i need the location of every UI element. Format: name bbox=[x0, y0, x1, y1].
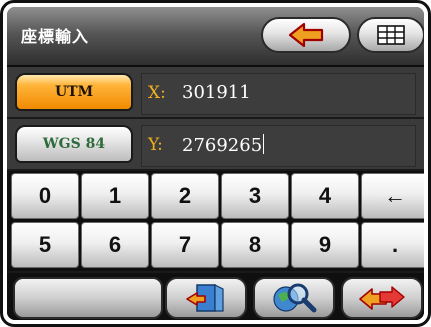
x-label: X: bbox=[148, 83, 166, 103]
navigate-button[interactable] bbox=[341, 277, 423, 319]
backspace-key[interactable]: ← bbox=[361, 173, 424, 219]
key-7[interactable]: 7 bbox=[151, 222, 219, 268]
arrow-left-icon bbox=[288, 22, 324, 48]
device-frame: 座標輸入 UTM X: 301911 WGS 84 Y: 2769265 0 1… bbox=[0, 0, 431, 327]
map-export-icon bbox=[186, 284, 224, 312]
y-value-text: 2769265 bbox=[182, 135, 263, 156]
blank-button[interactable] bbox=[13, 277, 163, 319]
map-export-button[interactable] bbox=[165, 277, 247, 319]
utm-button[interactable]: UTM bbox=[15, 73, 133, 111]
x-coordinate-row: UTM X: 301911 bbox=[7, 67, 424, 117]
bottom-toolbar bbox=[7, 273, 424, 320]
key-8[interactable]: 8 bbox=[221, 222, 289, 268]
y-input[interactable]: Y: 2769265 bbox=[141, 125, 416, 167]
x-value: 301911 bbox=[182, 82, 251, 103]
key-1[interactable]: 1 bbox=[81, 173, 149, 219]
key-4[interactable]: 4 bbox=[291, 173, 359, 219]
x-input[interactable]: X: 301911 bbox=[141, 73, 416, 115]
numeric-keypad: 0 1 2 3 4 ← 5 6 7 8 9 . bbox=[7, 171, 424, 271]
key-2[interactable]: 2 bbox=[151, 173, 219, 219]
key-9[interactable]: 9 bbox=[291, 222, 359, 268]
key-5[interactable]: 5 bbox=[11, 222, 79, 268]
y-coordinate-row: WGS 84 Y: 2769265 bbox=[7, 119, 424, 169]
grid-button[interactable] bbox=[357, 17, 424, 53]
decimal-key[interactable]: . bbox=[361, 222, 424, 268]
text-caret bbox=[263, 134, 265, 154]
key-6[interactable]: 6 bbox=[81, 222, 149, 268]
search-button[interactable] bbox=[253, 277, 335, 319]
key-3[interactable]: 3 bbox=[221, 173, 289, 219]
back-button[interactable] bbox=[261, 17, 351, 53]
title-bar: 座標輸入 bbox=[7, 7, 424, 67]
page-title: 座標輸入 bbox=[21, 27, 90, 46]
wgs84-button[interactable]: WGS 84 bbox=[15, 125, 133, 163]
magnifier-globe-icon bbox=[273, 283, 317, 313]
y-label: Y: bbox=[148, 135, 163, 155]
y-value: 2769265 bbox=[182, 134, 265, 156]
screen: 座標輸入 UTM X: 301911 WGS 84 Y: 2769265 0 1… bbox=[7, 7, 424, 320]
key-0[interactable]: 0 bbox=[11, 173, 79, 219]
arrow-route-icon bbox=[359, 286, 405, 310]
grid-table-icon bbox=[377, 25, 405, 45]
